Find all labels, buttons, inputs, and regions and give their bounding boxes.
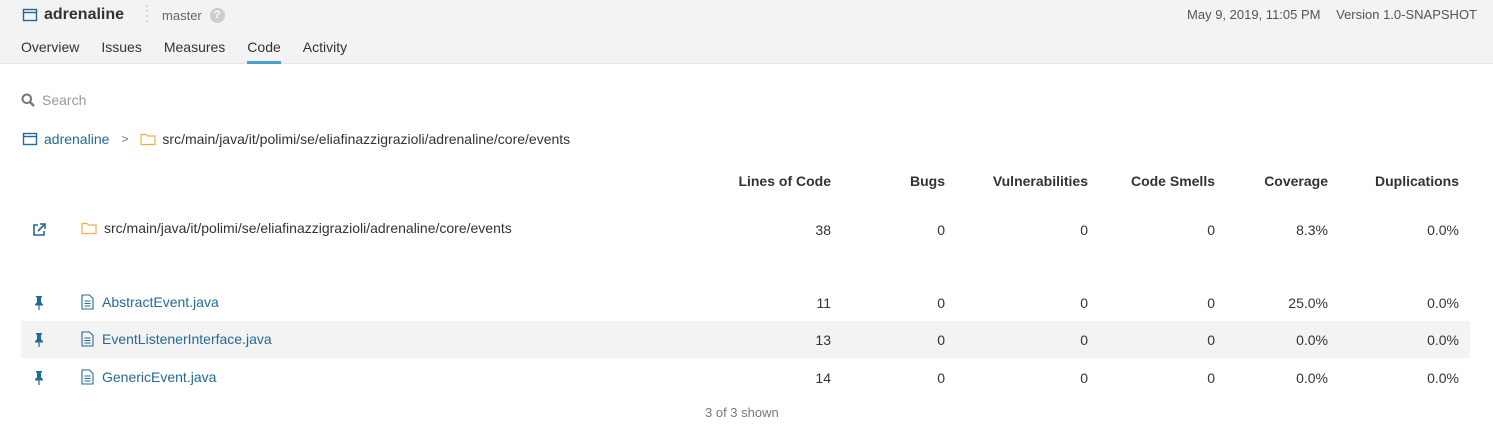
- external-link-icon[interactable]: [31, 222, 47, 238]
- duplications-value[interactable]: 0.0%: [1427, 222, 1459, 238]
- duplications-value[interactable]: 0.0%: [1427, 370, 1459, 386]
- folder-icon: [140, 133, 157, 146]
- vulnerabilities-value[interactable]: 0: [1080, 222, 1088, 238]
- lines-of-code-value[interactable]: 14: [815, 370, 831, 386]
- help-icon[interactable]: ?: [209, 7, 225, 23]
- table-row: EventListenerInterface.java 13 0 0 0 0.0…: [21, 321, 1470, 358]
- column-bugs[interactable]: Bugs: [910, 173, 945, 189]
- column-duplications[interactable]: Duplications: [1375, 173, 1459, 189]
- coverage-value[interactable]: 8.3%: [1296, 222, 1328, 238]
- file-icon: [81, 294, 94, 310]
- directory-cell: src/main/java/it/polimi/se/eliafinazzigr…: [81, 220, 512, 236]
- breadcrumb-separator: >: [121, 132, 129, 146]
- duplications-value[interactable]: 0.0%: [1427, 332, 1459, 348]
- vulnerabilities-value[interactable]: 0: [1080, 332, 1088, 348]
- project-header: adrenaline master ?: [22, 5, 225, 25]
- vulnerabilities-value[interactable]: 0: [1080, 370, 1088, 386]
- nav-tabs: Overview Issues Measures Code Activity: [21, 39, 369, 64]
- tab-code[interactable]: Code: [247, 39, 281, 64]
- bugs-value[interactable]: 0: [937, 295, 945, 311]
- file-name[interactable]: EventListenerInterface.java: [102, 331, 272, 347]
- search-icon: [21, 93, 35, 107]
- breadcrumb: adrenaline > src/main/java/it/polimi/se/…: [22, 131, 570, 147]
- analysis-meta: May 9, 2019, 11:05 PM Version 1.0-SNAPSH…: [1187, 7, 1477, 22]
- coverage-value[interactable]: 0.0%: [1296, 370, 1328, 386]
- folder-icon: [81, 222, 97, 235]
- search-input[interactable]: Search: [21, 92, 86, 108]
- table-row: GenericEvent.java 14 0 0 0 0.0% 0.0%: [21, 359, 1470, 396]
- code-smells-value[interactable]: 0: [1207, 222, 1215, 238]
- table-row: AbstractEvent.java 11 0 0 0 25.0% 0.0%: [21, 284, 1470, 321]
- table-header: Lines of Code Bugs Vulnerabilities Code …: [0, 173, 1493, 193]
- branch-name[interactable]: master: [162, 8, 202, 23]
- bugs-value[interactable]: 0: [937, 370, 945, 386]
- project-version: Version 1.0-SNAPSHOT: [1336, 7, 1477, 22]
- column-code-smells[interactable]: Code Smells: [1131, 173, 1215, 189]
- file-cell: GenericEvent.java: [81, 369, 216, 385]
- tab-measures[interactable]: Measures: [164, 39, 225, 64]
- project-name[interactable]: adrenaline: [44, 6, 124, 24]
- tab-issues[interactable]: Issues: [101, 39, 141, 64]
- column-lines-of-code[interactable]: Lines of Code: [738, 173, 831, 189]
- file-name[interactable]: AbstractEvent.java: [102, 294, 219, 310]
- analysis-date: May 9, 2019, 11:05 PM: [1187, 7, 1321, 22]
- branch-separator: [146, 5, 148, 25]
- project-icon: [22, 132, 38, 146]
- pin-icon[interactable]: [31, 370, 47, 386]
- directory-name[interactable]: src/main/java/it/polimi/se/eliafinazzigr…: [104, 220, 512, 236]
- file-icon: [81, 331, 94, 347]
- tab-overview[interactable]: Overview: [21, 39, 79, 64]
- breadcrumb-path: src/main/java/it/polimi/se/eliafinazzigr…: [162, 131, 571, 147]
- coverage-value[interactable]: 25.0%: [1288, 295, 1328, 311]
- search-placeholder: Search: [42, 92, 87, 108]
- vulnerabilities-value[interactable]: 0: [1080, 295, 1088, 311]
- column-vulnerabilities[interactable]: Vulnerabilities: [993, 173, 1088, 189]
- file-name[interactable]: GenericEvent.java: [102, 369, 216, 385]
- code-smells-value[interactable]: 0: [1207, 332, 1215, 348]
- pin-icon[interactable]: [31, 332, 47, 348]
- bugs-value[interactable]: 0: [937, 222, 945, 238]
- top-bar: adrenaline master ? May 9, 2019, 11:05 P…: [0, 0, 1493, 64]
- file-cell: AbstractEvent.java: [81, 294, 219, 310]
- tab-activity[interactable]: Activity: [303, 39, 347, 64]
- table-row: src/main/java/it/polimi/se/eliafinazzigr…: [21, 211, 1470, 248]
- code-smells-value[interactable]: 0: [1207, 370, 1215, 386]
- breadcrumb-root[interactable]: adrenaline: [44, 131, 109, 147]
- coverage-value[interactable]: 0.0%: [1296, 332, 1328, 348]
- lines-of-code-value[interactable]: 11: [816, 295, 831, 311]
- file-cell: EventListenerInterface.java: [81, 331, 272, 347]
- duplications-value[interactable]: 0.0%: [1427, 295, 1459, 311]
- pin-icon[interactable]: [31, 295, 47, 311]
- column-coverage[interactable]: Coverage: [1264, 173, 1328, 189]
- file-icon: [81, 369, 94, 385]
- lines-of-code-value[interactable]: 13: [815, 332, 831, 348]
- project-icon: [22, 8, 38, 22]
- code-smells-value[interactable]: 0: [1207, 295, 1215, 311]
- lines-of-code-value[interactable]: 38: [815, 222, 831, 238]
- bugs-value[interactable]: 0: [937, 332, 945, 348]
- shown-count: 3 of 3 shown: [705, 405, 779, 420]
